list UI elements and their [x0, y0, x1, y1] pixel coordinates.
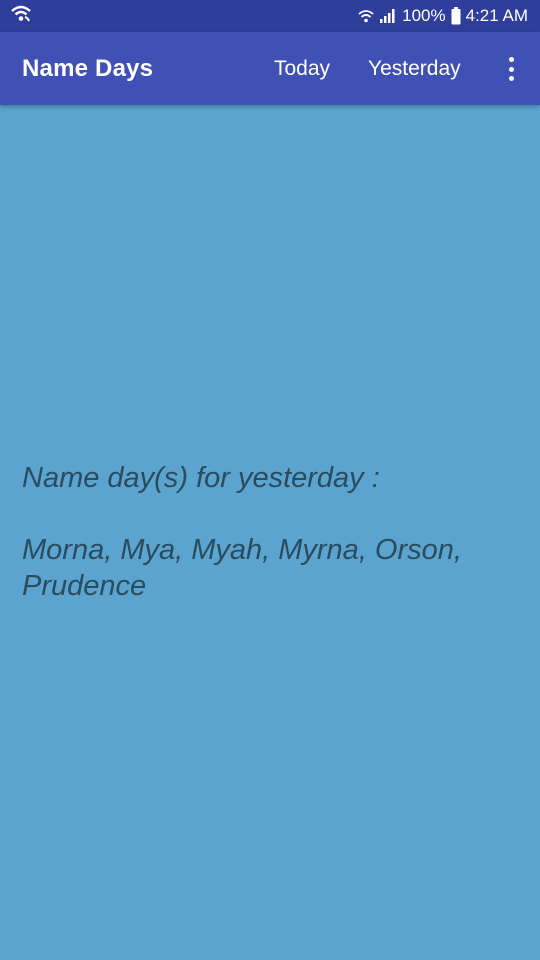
today-button[interactable]: Today: [274, 57, 330, 81]
battery-icon: [451, 7, 461, 25]
clock: 4:21 AM: [465, 6, 528, 25]
wifi-calling-icon: [10, 4, 32, 29]
more-options-icon[interactable]: [500, 54, 522, 84]
name-days-content: Name day(s) for yesterday : Morna, Mya, …: [22, 460, 522, 604]
yesterday-button[interactable]: Yesterday: [368, 57, 461, 81]
overflow-dot: [508, 66, 514, 72]
app-bar: Name Days Today Yesterday: [0, 32, 540, 105]
status-right: 100% 4:21 AM: [358, 6, 528, 26]
battery-percent: 100%: [402, 6, 446, 25]
name-days-list: Morna, Mya, Myah, Myrna, Orson, Prudence: [22, 534, 462, 602]
name-days-heading: Name day(s) for yesterday :: [22, 462, 380, 494]
overflow-dot: [508, 57, 514, 62]
status-bar: 100% 4:21 AM: [0, 0, 540, 32]
status-left: [10, 4, 32, 29]
signal-icon: [379, 8, 397, 24]
app-title: Name Days: [22, 54, 154, 82]
wifi-icon: [358, 8, 374, 24]
overflow-dot: [508, 76, 514, 81]
